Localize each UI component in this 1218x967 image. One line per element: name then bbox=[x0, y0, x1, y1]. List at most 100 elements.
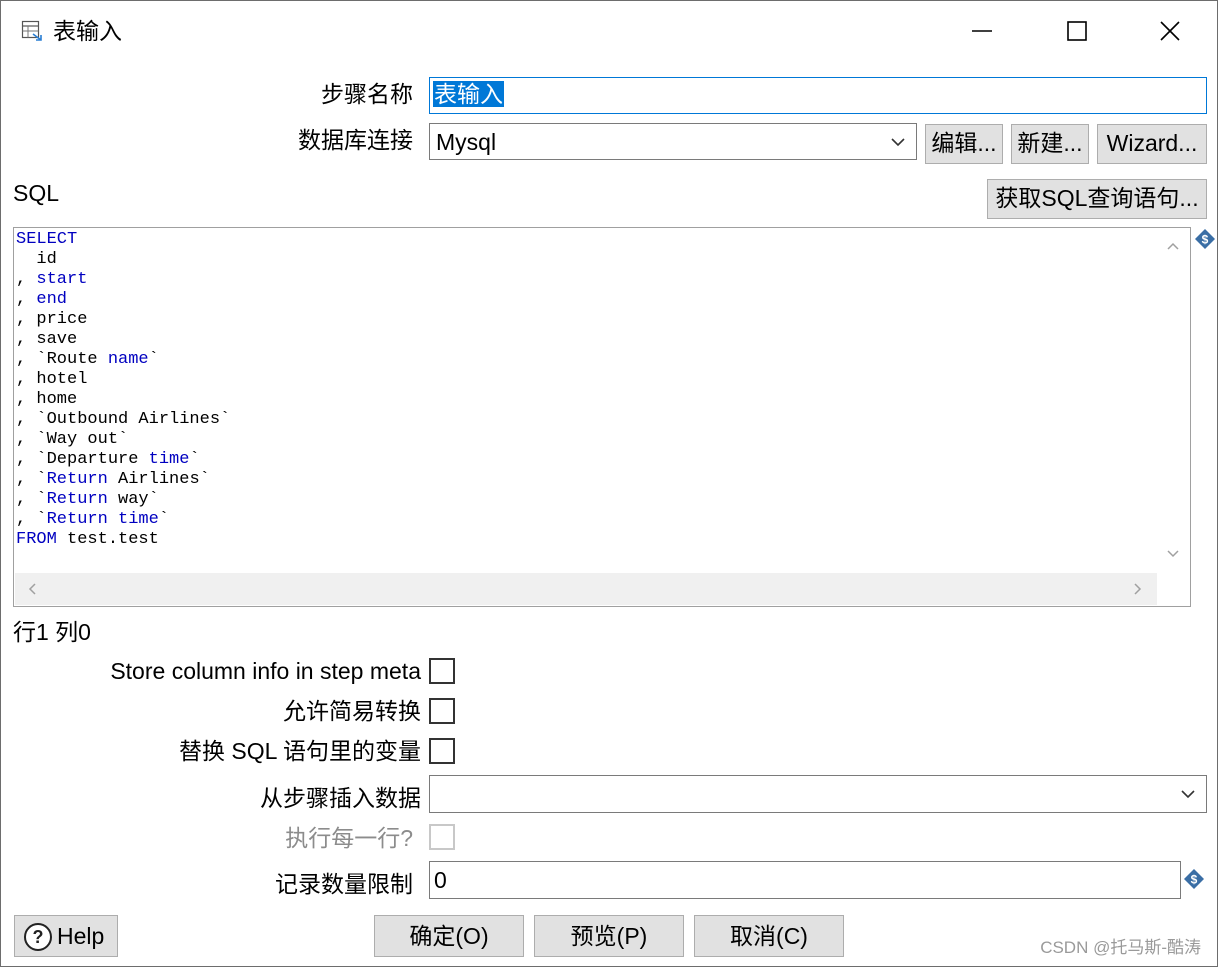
help-button-label: Help bbox=[57, 923, 105, 949]
sql-line: , `Way out` bbox=[16, 430, 230, 450]
sql-token: ` bbox=[189, 450, 200, 469]
sql-line: , `Return way` bbox=[16, 490, 230, 510]
step-name-label: 步骤名称 bbox=[321, 81, 413, 107]
minimize-icon bbox=[972, 30, 992, 32]
step-name-input[interactable]: 表输入 bbox=[429, 77, 1207, 114]
ok-button[interactable]: 确定(O) bbox=[374, 915, 524, 957]
scroll-down-icon[interactable] bbox=[1167, 549, 1179, 559]
sql-token: , `Way out` bbox=[16, 430, 129, 449]
execute-each-row-label: 执行每一行? bbox=[285, 825, 413, 851]
sql-token: , ` bbox=[16, 490, 47, 509]
sql-token: , home bbox=[16, 390, 78, 409]
sql-token: , price bbox=[16, 310, 88, 329]
sql-token: ` bbox=[148, 350, 159, 369]
sql-token: ` bbox=[158, 510, 170, 529]
sql-token: way` bbox=[107, 490, 159, 509]
chevron-down-icon bbox=[1176, 782, 1200, 806]
sql-token: , `Outbound Airlines` bbox=[16, 410, 231, 429]
variable-icon: $ bbox=[1194, 228, 1216, 250]
svg-text:$: $ bbox=[1202, 233, 1209, 247]
get-sql-button[interactable]: 获取SQL查询语句... bbox=[987, 179, 1207, 219]
sql-token: , ` bbox=[16, 510, 47, 529]
lazy-conversion-checkbox[interactable] bbox=[429, 698, 455, 724]
sql-line: FROM test.test bbox=[16, 530, 230, 550]
help-button[interactable]: ? Help bbox=[14, 915, 118, 957]
new-connection-button[interactable]: 新建... bbox=[1011, 124, 1089, 164]
cursor-position: 行1 列0 bbox=[13, 619, 91, 645]
close-button[interactable] bbox=[1147, 9, 1193, 53]
limit-input[interactable]: 0 bbox=[429, 861, 1181, 899]
sql-token: , `Route bbox=[16, 350, 108, 369]
sql-keyword: time bbox=[148, 450, 190, 469]
db-connection-label: 数据库连接 bbox=[298, 127, 413, 153]
sql-line: , `Route name` bbox=[16, 350, 230, 370]
limit-label: 记录数量限制 bbox=[275, 871, 413, 897]
scrollbar-corner bbox=[1157, 573, 1189, 605]
variable-icon: $ bbox=[1183, 868, 1205, 890]
maximize-button[interactable] bbox=[1054, 9, 1100, 53]
wizard-button[interactable]: Wizard... bbox=[1097, 124, 1207, 164]
minimize-button[interactable] bbox=[959, 9, 1005, 53]
sql-token: , bbox=[16, 290, 37, 309]
svg-text:?: ? bbox=[33, 927, 44, 947]
sql-text[interactable]: SELECT id, start, end, price, save, `Rou… bbox=[16, 230, 230, 550]
sql-token: id bbox=[16, 250, 57, 269]
sql-token: test.test bbox=[56, 530, 159, 549]
sql-token: Airlines` bbox=[107, 470, 210, 489]
sql-line: , hotel bbox=[16, 370, 230, 390]
sql-line: , `Return Airlines` bbox=[16, 470, 230, 490]
maximize-icon bbox=[1067, 21, 1087, 41]
help-icon: ? bbox=[24, 923, 52, 951]
sql-line: , save bbox=[16, 330, 230, 350]
sql-line: id bbox=[16, 250, 230, 270]
store-column-info-label: Store column info in step meta bbox=[110, 658, 421, 684]
lazy-conversion-label: 允许简易转换 bbox=[283, 698, 421, 724]
sql-line: , `Return time` bbox=[16, 510, 230, 530]
close-icon bbox=[1160, 21, 1180, 41]
sql-token: , ` bbox=[16, 470, 47, 489]
sql-line: , `Outbound Airlines` bbox=[16, 410, 230, 430]
step-name-value: 表输入 bbox=[433, 81, 504, 107]
table-input-dialog: 表输入 步骤名称 表输入 数据库连接 Mysql 编辑... 新建... Wiz… bbox=[0, 0, 1218, 967]
vertical-scrollbar[interactable] bbox=[1157, 229, 1189, 573]
scroll-left-icon[interactable] bbox=[27, 583, 37, 595]
sql-keyword: Return bbox=[46, 490, 108, 509]
svg-text:$: $ bbox=[1191, 873, 1198, 887]
sql-editor[interactable]: SELECT id, start, end, price, save, `Rou… bbox=[13, 227, 1191, 607]
sql-line: , price bbox=[16, 310, 230, 330]
insert-from-step-select[interactable] bbox=[429, 775, 1207, 813]
sql-keyword: name bbox=[107, 350, 149, 369]
chevron-down-icon bbox=[886, 130, 910, 154]
watermark: CSDN @托马斯-酷涛 bbox=[1040, 938, 1201, 957]
horizontal-scrollbar[interactable] bbox=[15, 573, 1157, 605]
cancel-button[interactable]: 取消(C) bbox=[694, 915, 844, 957]
sql-keyword: end bbox=[36, 290, 68, 309]
db-connection-select[interactable]: Mysql bbox=[429, 123, 917, 160]
sql-line: SELECT bbox=[16, 230, 230, 250]
sql-token: , bbox=[16, 270, 37, 289]
sql-line: , `Departure time` bbox=[16, 450, 230, 470]
sql-line: , home bbox=[16, 390, 230, 410]
sql-line: , end bbox=[16, 290, 230, 310]
edit-connection-button[interactable]: 编辑... bbox=[925, 124, 1003, 164]
execute-each-row-checkbox[interactable] bbox=[429, 824, 455, 850]
sql-keyword: SELECT bbox=[16, 230, 78, 249]
sql-label: SQL bbox=[13, 180, 60, 206]
replace-variables-checkbox[interactable] bbox=[429, 738, 455, 764]
replace-variables-label: 替换 SQL 语句里的变量 bbox=[179, 738, 421, 764]
scroll-right-icon[interactable] bbox=[1133, 583, 1143, 595]
scroll-up-icon[interactable] bbox=[1167, 241, 1179, 251]
sql-keyword: time bbox=[118, 510, 159, 529]
sql-line: , start bbox=[16, 270, 230, 290]
sql-keyword: FROM bbox=[16, 530, 57, 549]
sql-keyword: Return bbox=[46, 470, 108, 489]
sql-token: , hotel bbox=[16, 370, 88, 389]
insert-from-step-label: 从步骤插入数据 bbox=[260, 785, 421, 811]
store-column-info-checkbox[interactable] bbox=[429, 658, 455, 684]
sql-keyword: start bbox=[36, 270, 88, 289]
db-connection-value: Mysql bbox=[436, 129, 497, 155]
window-title: 表输入 bbox=[53, 18, 122, 44]
sql-token: , save bbox=[16, 330, 78, 349]
preview-button[interactable]: 预览(P) bbox=[534, 915, 684, 957]
